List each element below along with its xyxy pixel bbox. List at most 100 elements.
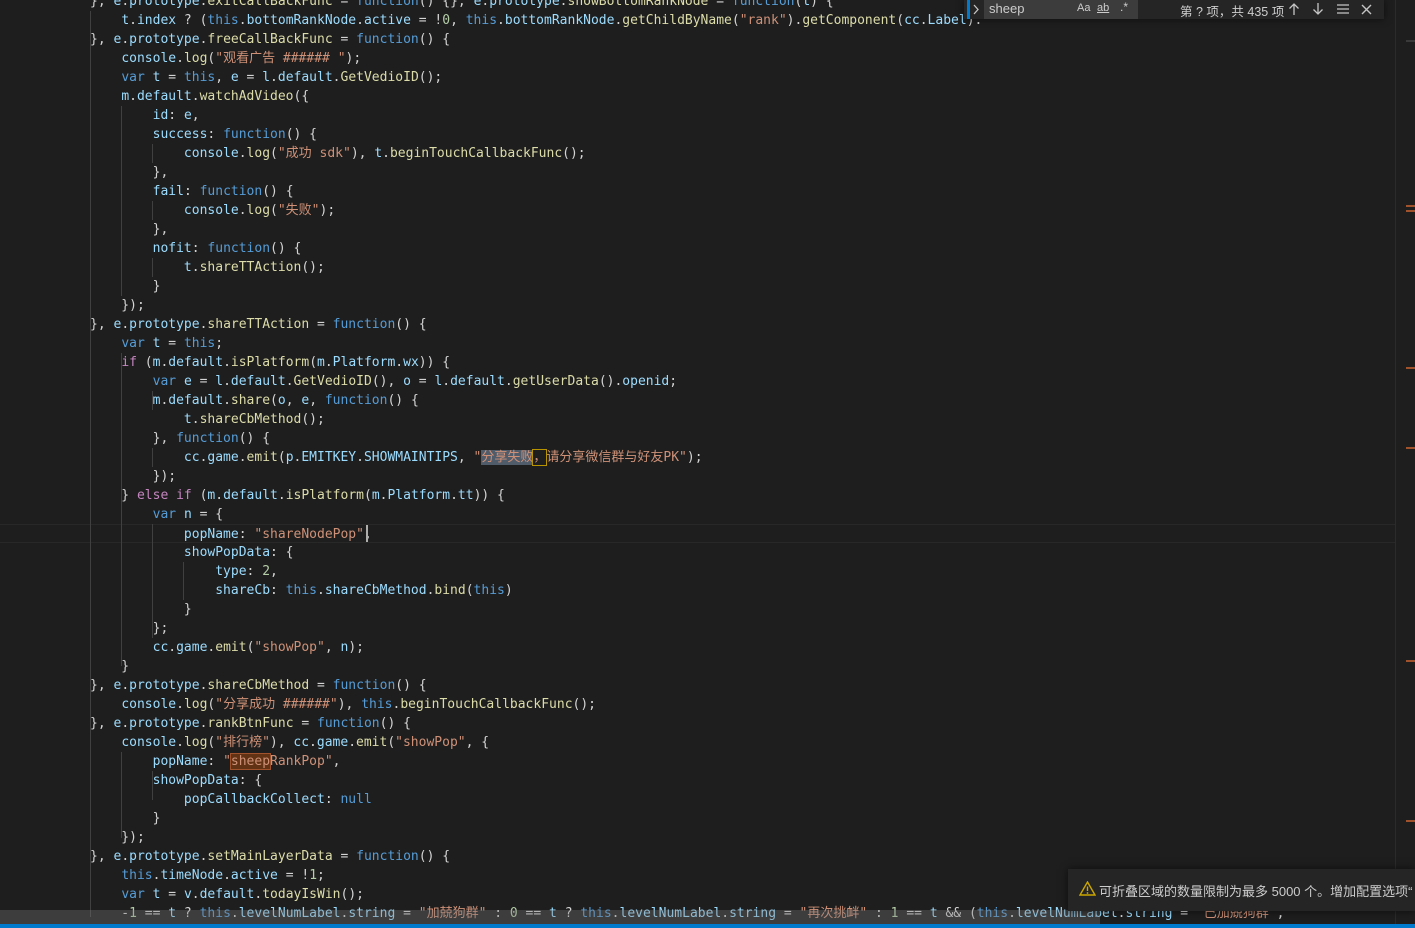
code-line[interactable]: }, e.prototype.freeCallBackFunc = functi…: [0, 30, 1395, 49]
code-line[interactable]: if (m.default.isPlatform(m.Platform.wx))…: [0, 353, 1395, 372]
code-token: GetVedioID: [293, 374, 372, 389]
code-line[interactable]: }, function() {: [0, 429, 1395, 448]
match-whole-word-button[interactable]: ab: [1097, 2, 1109, 14]
code-token: :: [207, 754, 224, 769]
code-token: .: [223, 868, 231, 883]
code-line[interactable]: t.shareCbMethod();: [0, 410, 1395, 429]
code-line[interactable]: cc.game.emit("showPop", n);: [0, 638, 1395, 657]
code-line[interactable]: popName: "shareNodePop",: [0, 524, 1395, 543]
code-token: () {: [262, 184, 294, 199]
code-line[interactable]: }, e.prototype.shareTTAction = function(…: [0, 315, 1395, 334]
find-input[interactable]: sheep Aa ab .*: [984, 0, 1138, 19]
code-line[interactable]: },: [0, 163, 1395, 182]
code-line[interactable]: console.log("排行榜"), cc.game.emit("showPo…: [0, 733, 1395, 752]
code-line[interactable]: });: [0, 467, 1395, 486]
next-match-button[interactable]: [1312, 3, 1324, 19]
notification-toast[interactable]: 可折叠区域的数量限制为最多 5000 个。增加配置选项“: [1068, 869, 1415, 911]
code-line[interactable]: cc.game.emit(p.EMITKEY.SHOWMAINTIPS, "分享…: [0, 448, 1395, 467]
code-line[interactable]: popName: "sheepRankPop",: [0, 752, 1395, 771]
code-token: exitCallBackFunc: [207, 0, 333, 9]
code-token: .: [121, 678, 130, 693]
code-line[interactable]: } else if (m.default.isPlatform(m.Platfo…: [0, 486, 1395, 505]
code-line[interactable]: }: [0, 600, 1395, 619]
code-token: Platform: [332, 355, 396, 370]
code-line[interactable]: shareCb: this.shareCbMethod.bind(this): [0, 581, 1395, 600]
code-token: bottomRankNode: [246, 13, 357, 28]
code-line[interactable]: var t = this;: [0, 334, 1395, 353]
ruler-mark: [1406, 40, 1415, 42]
code-token: ,: [270, 564, 278, 579]
code-token: () {: [395, 678, 427, 693]
find-in-selection-button[interactable]: [1336, 3, 1350, 18]
code-token: game: [316, 735, 349, 750]
code-token: ) {: [810, 0, 834, 9]
code-line[interactable]: var e = l.default.GetVedioID(), o = l.de…: [0, 372, 1395, 391]
code-line[interactable]: };: [0, 619, 1395, 638]
toggle-replace-button[interactable]: [967, 0, 981, 19]
code-line[interactable]: }: [0, 277, 1395, 296]
code-line[interactable]: showPopData: {: [0, 543, 1395, 562]
code-line[interactable]: id: e,: [0, 106, 1395, 125]
code-token: prototype: [129, 32, 200, 47]
code-token: };: [90, 621, 169, 636]
code-line[interactable]: popCallbackCollect: null: [0, 790, 1395, 809]
code-area[interactable]: }, e.prototype.exitCallBackFunc = functi…: [0, 0, 1395, 924]
code-token: default: [230, 374, 286, 389]
code-token: function: [332, 317, 396, 332]
regex-button[interactable]: .*: [1120, 0, 1128, 14]
code-line[interactable]: console.log("成功 sdk"), t.beginTouchCallb…: [0, 144, 1395, 163]
indent-guide: [152, 391, 153, 410]
horizontal-scrollbar-thumb[interactable]: [0, 910, 1100, 924]
overview-ruler[interactable]: [1395, 0, 1415, 924]
horizontal-scrollbar[interactable]: [0, 910, 1395, 924]
code-token: wx: [403, 355, 419, 370]
code-line[interactable]: showPopData: {: [0, 771, 1395, 790]
code-token: 0: [442, 13, 451, 28]
code-editor[interactable]: }, e.prototype.exitCallBackFunc = functi…: [0, 0, 1415, 924]
code-line[interactable]: var t = this, e = l.default.GetVedioID()…: [0, 68, 1395, 87]
code-line[interactable]: });: [0, 828, 1395, 847]
previous-match-button[interactable]: [1288, 3, 1300, 19]
close-find-button[interactable]: [1361, 3, 1372, 18]
code-token: m: [371, 488, 380, 503]
code-token: ": [223, 754, 231, 769]
code-line[interactable]: fail: function() {: [0, 182, 1395, 201]
code-token: n: [183, 507, 192, 522]
code-token: .: [223, 393, 231, 408]
code-token: ();: [301, 412, 325, 427]
code-line[interactable]: });: [0, 296, 1395, 315]
code-line[interactable]: var n = {: [0, 505, 1395, 524]
code-line[interactable]: t.shareTTAction();: [0, 258, 1395, 277]
code-line[interactable]: console.log("观看广告 ###### ");: [0, 49, 1395, 68]
code-line[interactable]: type: 2,: [0, 562, 1395, 581]
code-token: bottomRankNode: [504, 13, 615, 28]
code-line[interactable]: }, e.prototype.shareCbMethod = function(…: [0, 676, 1395, 695]
code-token: emit: [246, 450, 278, 465]
code-token: console: [183, 146, 239, 161]
code-line[interactable]: success: function() {: [0, 125, 1395, 144]
match-case-button[interactable]: Aa: [1077, 2, 1090, 14]
code-token: .: [356, 450, 364, 465]
code-line[interactable]: }: [0, 657, 1395, 676]
code-token: .: [382, 146, 390, 161]
code-line[interactable]: m.default.watchAdVideo({: [0, 87, 1395, 106]
code-token: ();: [301, 260, 325, 275]
code-line[interactable]: m.default.share(o, e, function() {: [0, 391, 1395, 410]
code-token: ,: [332, 754, 341, 769]
code-line[interactable]: console.log("失败");: [0, 201, 1395, 220]
code-line[interactable]: nofit: function() {: [0, 239, 1395, 258]
code-line[interactable]: }: [0, 809, 1395, 828]
code-line[interactable]: }, e.prototype.setMainLayerData = functi…: [0, 847, 1395, 866]
code-token: () {: [395, 317, 427, 332]
code-token: o: [277, 393, 286, 408]
code-line[interactable]: console.log("分享成功 ######"), this.beginTo…: [0, 695, 1395, 714]
code-token: bind: [434, 583, 466, 598]
code-line[interactable]: }, e.prototype.rankBtnFunc = function() …: [0, 714, 1395, 733]
code-token: t: [183, 412, 192, 427]
code-line[interactable]: },: [0, 220, 1395, 239]
code-token: {: [215, 507, 224, 522]
code-token: log: [183, 51, 208, 66]
